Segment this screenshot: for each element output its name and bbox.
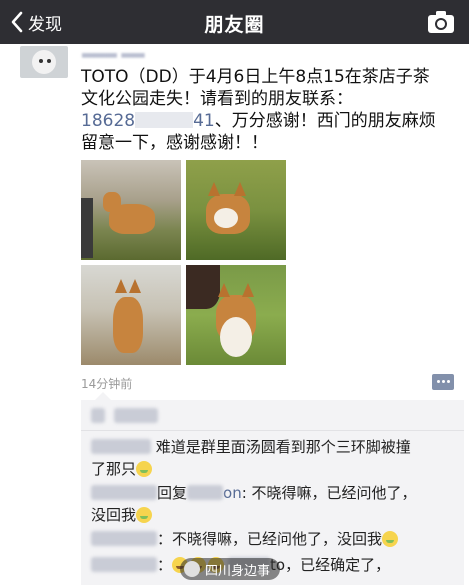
dog-ear <box>129 279 141 293</box>
commenter-name-blurred[interactable] <box>91 557 157 572</box>
top-bar: 发现 朋友圈 <box>0 0 469 44</box>
dog-chest <box>220 317 252 357</box>
comment-3-text: ：不晓得嘛，已经问他了，没回我 <box>157 530 383 548</box>
avatar[interactable] <box>20 46 68 78</box>
comments-panel: 难道是群里面汤圆看到那个三环脚被撞 了那只 回复 on: 不晓得嘛，已经问他了， … <box>81 392 464 585</box>
dog-ear <box>115 279 127 293</box>
like-icon-blurred <box>91 408 105 423</box>
phone-redaction <box>135 112 194 128</box>
post-line-3: 18628 41、万分感谢！西门的朋友麻烦 <box>81 111 436 131</box>
commenter-name-blurred[interactable] <box>91 485 157 500</box>
reply-target-fragment[interactable]: on <box>223 484 242 502</box>
dog-ear <box>218 283 230 297</box>
comment-1[interactable]: 难道是群里面汤圆看到那个三环脚被撞 了那只 <box>91 436 459 480</box>
reply-word: 回复 <box>157 484 188 502</box>
avatar-eye-right <box>47 59 51 63</box>
photo-3[interactable] <box>81 265 181 365</box>
post-line-1: TOTO（DD）于4月6日上午8点15在茶店子茶 <box>81 67 430 87</box>
camera-icon[interactable] <box>427 10 455 34</box>
photo-4[interactable] <box>186 265 286 365</box>
dog-body <box>113 297 143 353</box>
post-line-2: 文化公园走失！请看到的朋友联系： <box>81 89 353 109</box>
watermark-text: 四川身边事 <box>205 563 271 579</box>
like-names-blurred <box>114 408 159 423</box>
watermark-logo-icon <box>184 561 200 577</box>
comment-1-text-a: 难道是群里面汤圆看到那个三环脚被撞 <box>155 438 411 456</box>
avatar-face <box>32 50 56 74</box>
comment-more-icon[interactable] <box>432 374 454 390</box>
phone-number[interactable]: 18628 41 <box>81 111 215 131</box>
watermark: 四川身边事 <box>180 558 281 580</box>
dog-ear <box>234 182 246 196</box>
comments-divider <box>81 430 464 431</box>
page-title: 朋友圈 <box>204 14 265 36</box>
comment-3[interactable]: ：不晓得嘛，已经问他了，没回我 <box>91 528 459 550</box>
photo-2[interactable] <box>186 160 286 260</box>
comment-2-text-a: : 不晓得嘛，已经问他了， <box>241 484 417 502</box>
photo-1[interactable] <box>81 160 181 260</box>
emoji-icon <box>136 461 153 477</box>
dog-ear <box>242 283 254 297</box>
post-line-4: 留意一下，感谢感谢！！ <box>81 133 268 153</box>
comment-4-text: to，已经确定了， <box>270 556 391 574</box>
dog-head <box>103 192 121 212</box>
poster-nickname-blurred[interactable]: ▂▂▂ ▂▂ <box>82 40 144 58</box>
comment-1-text-b: 了那只 <box>91 460 137 478</box>
comment-2-text-b: 没回我 <box>91 506 137 524</box>
hand <box>186 265 220 309</box>
post-timestamp: 14分钟前 <box>81 377 133 391</box>
commenter-name-blurred[interactable] <box>91 531 157 546</box>
avatar-eye-left <box>39 59 43 63</box>
emoji-icon <box>382 531 399 547</box>
comment-2[interactable]: 回复 on: 不晓得嘛，已经问他了， 没回我 <box>91 482 459 526</box>
post-text: TOTO（DD）于4月6日上午8点15在茶店子茶 文化公园走失！请看到的朋友联系… <box>81 66 461 154</box>
emoji-icon <box>136 507 153 523</box>
person-leg <box>81 198 93 258</box>
reply-target-blurred[interactable] <box>187 485 224 500</box>
comment-4-text-prefix: ： <box>157 556 173 574</box>
commenter-name-blurred[interactable] <box>91 439 151 454</box>
likes-row[interactable] <box>91 406 159 423</box>
dog-muzzle <box>214 208 238 228</box>
dog-ear <box>208 182 220 196</box>
